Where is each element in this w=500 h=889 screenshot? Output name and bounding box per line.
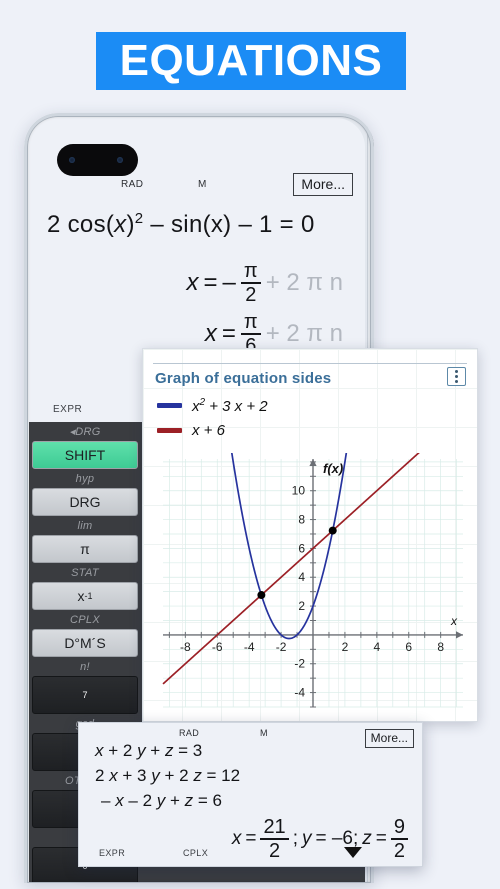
keypad-shift-label: hyp: [75, 472, 95, 485]
solution-z-numerator: 9: [393, 816, 405, 838]
solution-2-period: + 2 π n: [265, 320, 343, 348]
kebab-menu-icon[interactable]: [447, 367, 466, 386]
equation-lead: 2 cos(: [47, 211, 115, 238]
solution-1-sign: –: [222, 269, 236, 297]
svg-text:-4: -4: [244, 640, 255, 654]
graph-card: Graph of equation sides x2 + 3 x + 2 x +…: [142, 348, 478, 722]
system-memory-indicator: M: [260, 728, 268, 738]
key-[interactable]: π: [32, 535, 138, 563]
system-equation-1: x + 2 y + z = 3: [95, 741, 203, 760]
more-button[interactable]: More...: [293, 173, 353, 196]
svg-text:2: 2: [298, 599, 305, 613]
angle-mode-label: RAD: [121, 179, 144, 190]
svg-text:2: 2: [342, 640, 349, 654]
legend-label-linear: x + 6: [192, 422, 225, 439]
svg-text:-2: -2: [276, 640, 287, 654]
system-equation-3: – x – 2 y + z = 6: [101, 791, 222, 810]
system-angle-mode-label: RAD: [179, 728, 200, 738]
legend-item-linear: x + 6: [157, 418, 268, 443]
keypad-shift-label: n!: [80, 660, 90, 673]
key-drg[interactable]: DRG: [32, 488, 138, 516]
solution-1-var: x: [186, 269, 199, 297]
legend-label-quadratic: x2 + 3 x + 2: [192, 396, 268, 415]
chart-axes: [163, 459, 463, 708]
system-more-button[interactable]: More...: [364, 729, 414, 748]
svg-text:4: 4: [373, 640, 380, 654]
svg-text:6: 6: [405, 640, 412, 654]
x-axis-label: x: [450, 614, 458, 628]
solution-1-equals: =: [203, 269, 218, 297]
legend-item-quadratic: x2 + 3 x + 2: [157, 393, 268, 418]
system-tab-cplx[interactable]: CPLX: [183, 848, 208, 858]
keypad-shift-label: CPLX: [70, 613, 100, 626]
solution-1-numerator: π: [243, 260, 258, 282]
tab-expr[interactable]: EXPR: [53, 404, 82, 415]
camera-cutout-icon: [57, 144, 138, 176]
headline-banner: EQUATIONS: [96, 32, 406, 90]
chart-legend: x2 + 3 x + 2 x + 6: [157, 393, 268, 443]
card-divider: [153, 363, 467, 364]
headline-text: EQUATIONS: [119, 36, 383, 85]
svg-text:-2: -2: [294, 657, 305, 671]
svg-text:8: 8: [298, 513, 305, 527]
graph-plot-area[interactable]: -8 -6 -4 -2 2 4 6 8 -4 -2 2 4 6 8 10 x f(x): [149, 444, 471, 715]
equation-rest: – sin(x) – 1 = 0: [150, 211, 315, 238]
key-d-m-s[interactable]: D°M´S: [32, 629, 138, 657]
equation-exponent: 2: [134, 210, 144, 227]
system-equation-2: 2 x + 3 y + 2 z = 12: [95, 766, 241, 785]
caret-down-icon[interactable]: [344, 847, 362, 858]
y-axis-label: f(x): [323, 461, 343, 476]
solution-2-equals: =: [221, 320, 236, 348]
solution-x-numerator: 21: [263, 816, 286, 838]
key-shift[interactable]: SHIFT: [32, 441, 138, 469]
keypad-shift-label: STAT: [71, 566, 99, 579]
calculator-status-row: RAD M More...: [29, 173, 365, 197]
system-equations-card: RAD M More... x + 2 y + z = 3 2 x + 3 y …: [78, 722, 423, 867]
svg-text:-6: -6: [212, 640, 223, 654]
intersection-point[interactable]: [328, 526, 337, 535]
equation-var: x: [114, 211, 127, 238]
solution-1-period: + 2 π n: [265, 269, 343, 297]
svg-text:6: 6: [298, 541, 305, 555]
keypad-shift-label: ◂DRG: [69, 426, 101, 438]
svg-text:-8: -8: [180, 640, 191, 654]
camera-lens-right-icon: [117, 157, 123, 163]
kebab-dot: [455, 370, 458, 373]
svg-text:-4: -4: [294, 686, 305, 700]
legend-swatch-linear: [157, 428, 182, 433]
svg-text:10: 10: [292, 484, 306, 498]
legend-swatch-quadratic: [157, 403, 182, 408]
solution-2-var: x: [204, 320, 217, 348]
system-tab-expr[interactable]: EXPR: [99, 848, 125, 858]
solution-1-fraction: π 2: [240, 260, 261, 307]
screenshot-root: EQUATIONS RAD M More... 2 cos(x)2 – sin(…: [0, 0, 500, 889]
key-x-1[interactable]: x -1: [32, 582, 138, 610]
kebab-dot: [455, 380, 458, 383]
memory-indicator: M: [198, 179, 207, 190]
graph-card-title: Graph of equation sides: [155, 370, 332, 387]
svg-text:4: 4: [298, 570, 305, 584]
plot-svg: -8 -6 -4 -2 2 4 6 8 -4 -2 2 4 6 8 10 x f(x): [162, 444, 463, 708]
solution-2-numerator: π: [243, 311, 258, 333]
solution-1-denominator: 2: [245, 284, 257, 307]
key-7[interactable]: 7: [32, 676, 138, 714]
svg-text:8: 8: [437, 640, 444, 654]
intersection-point[interactable]: [257, 591, 266, 600]
solution-row-1: x = – π 2 + 2 π n: [187, 261, 343, 306]
equation-close-paren: ): [126, 211, 135, 238]
main-equation: 2 cos(x)2 – sin(x) – 1 = 0: [47, 210, 315, 239]
kebab-dot: [455, 375, 458, 378]
series-quadratic: [230, 445, 349, 640]
keypad-shift-label: lim: [77, 519, 93, 532]
camera-lens-left-icon: [69, 157, 75, 163]
system-tab-row: EXPR CPLX: [79, 848, 422, 862]
